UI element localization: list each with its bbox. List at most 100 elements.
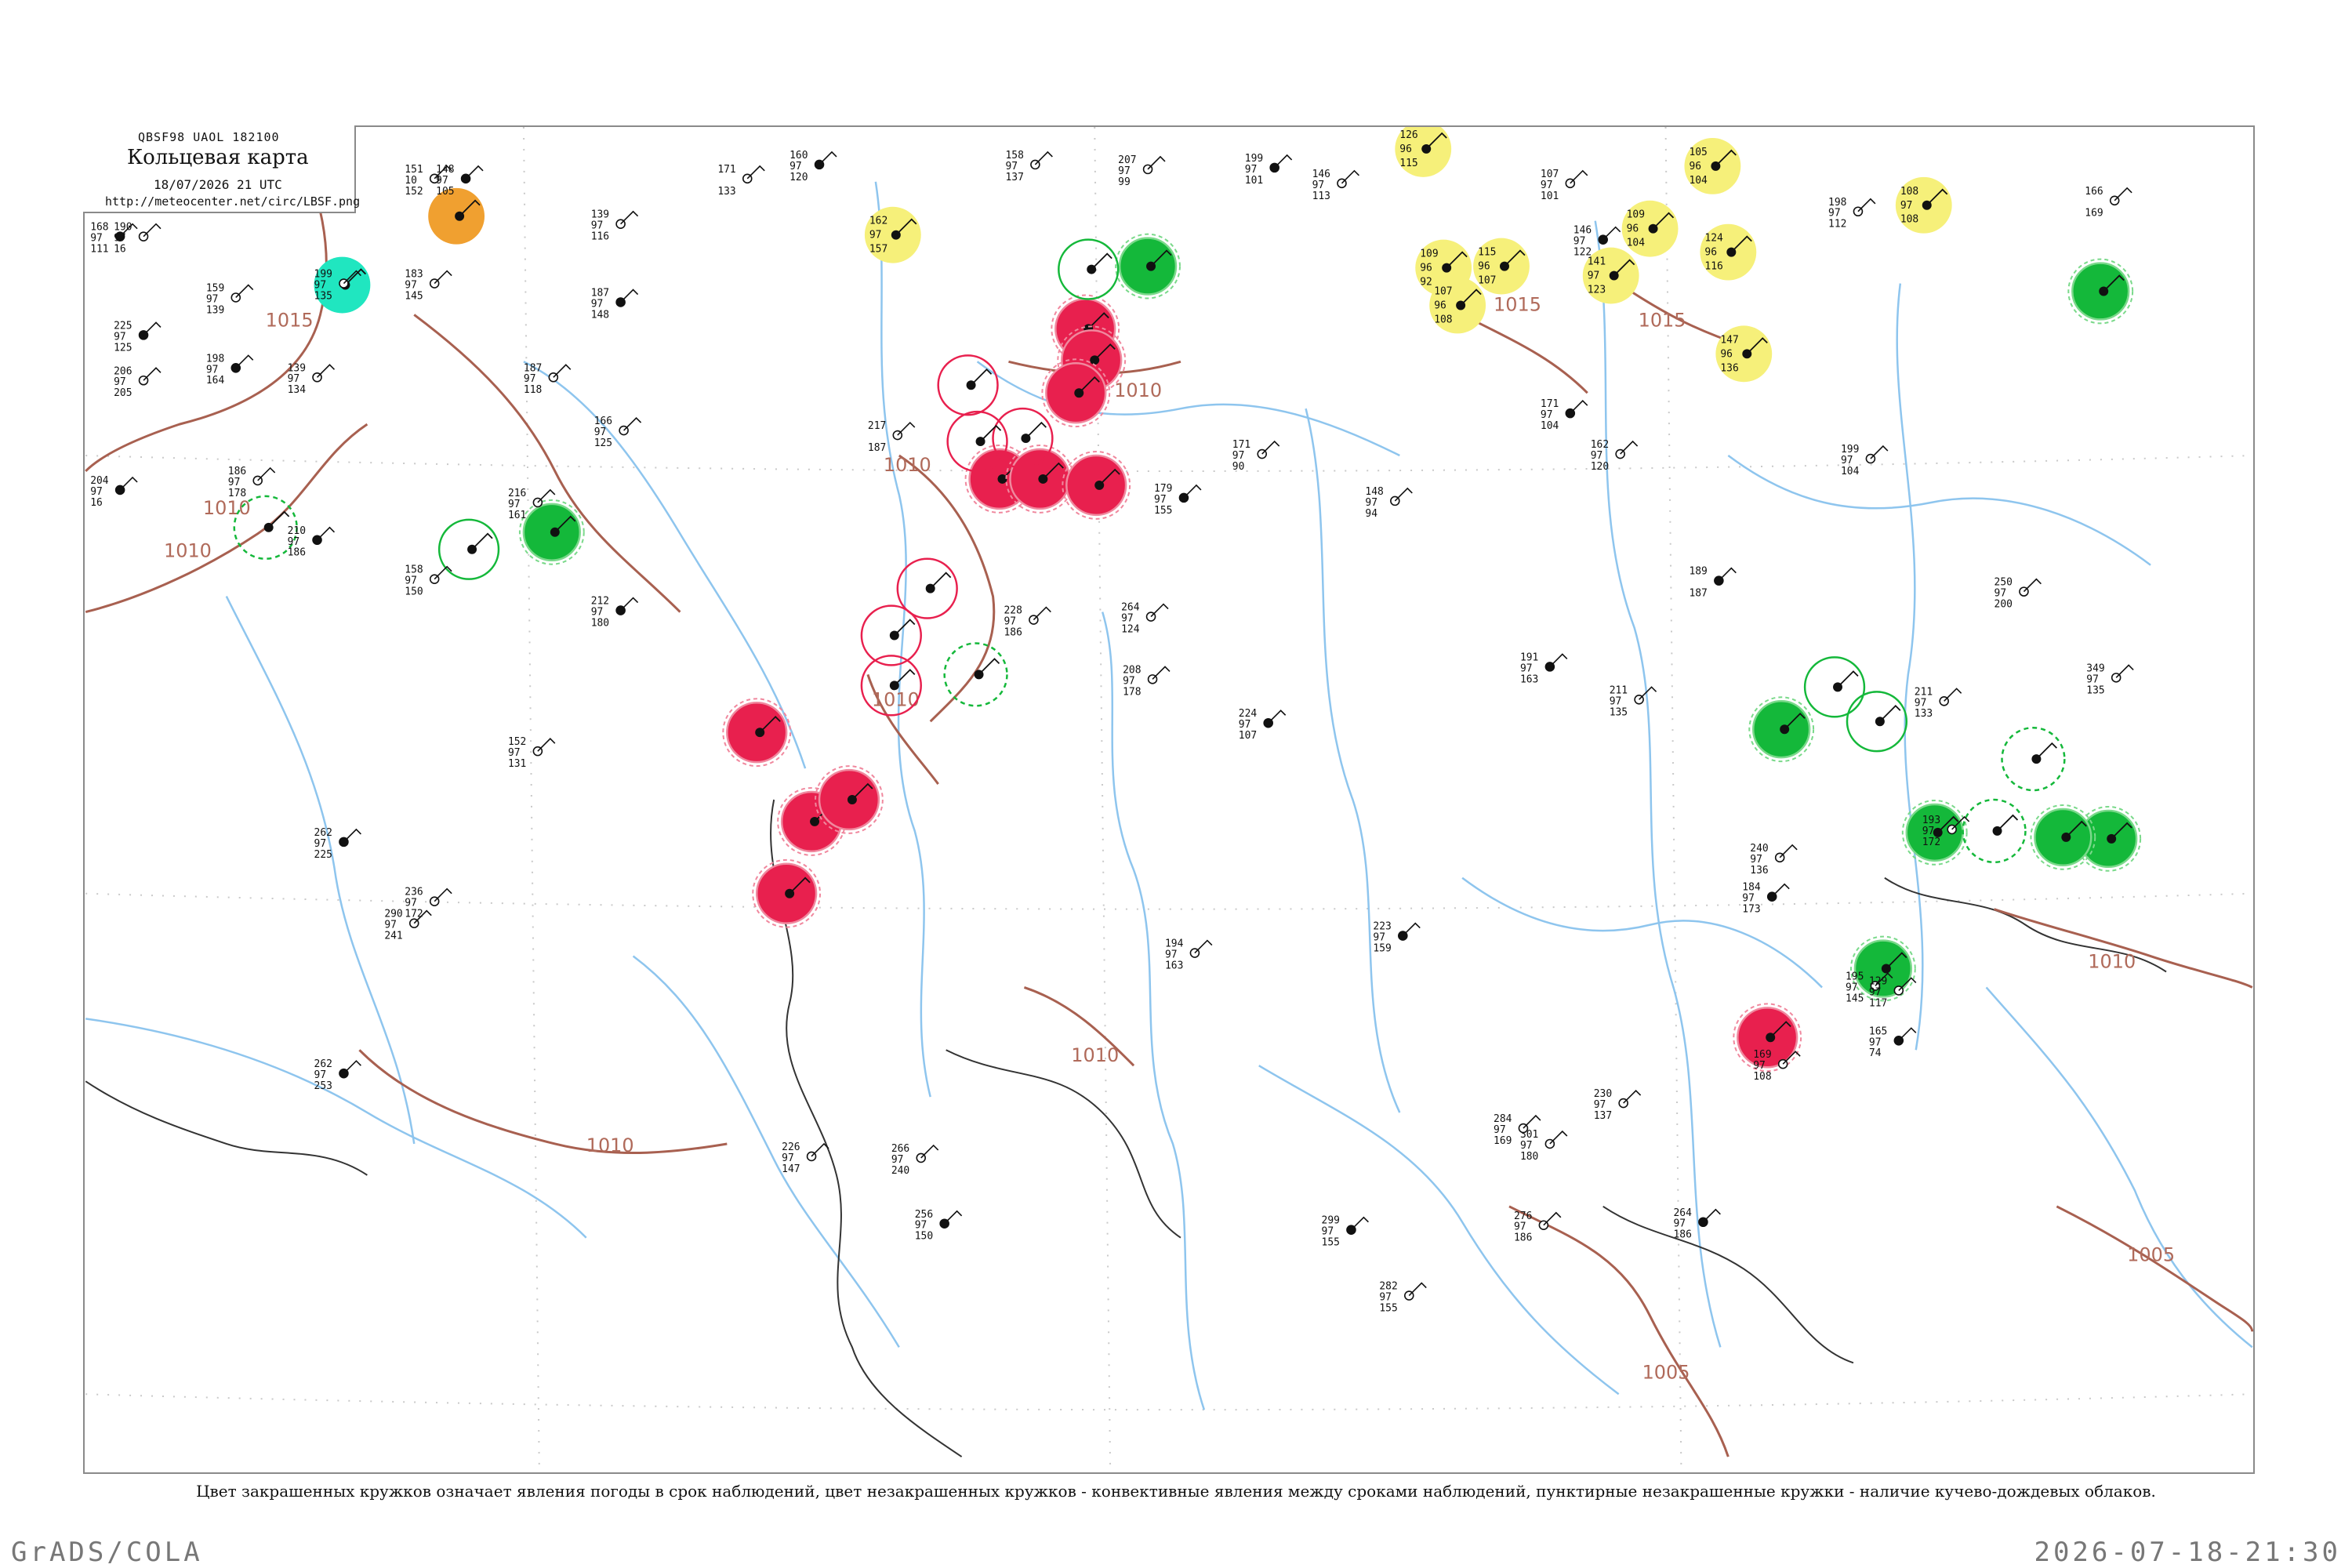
wind-barb	[1150, 603, 1169, 618]
wind-barb	[343, 828, 361, 843]
wind-barb	[1402, 922, 1421, 937]
station-value-top: 217	[868, 420, 886, 432]
station-value-bot: 159	[1373, 943, 1391, 955]
station-plot: 217 187	[868, 420, 916, 454]
weather-circle-haze: 147 96 136	[1715, 325, 1773, 383]
station-value-bot: 200	[1994, 599, 2013, 611]
station-plot: 18697178	[228, 466, 276, 499]
station-value-top: 109	[1627, 209, 1645, 221]
station-value-mid: 97	[1232, 450, 1245, 462]
station-value-mid: 97	[1312, 180, 1325, 191]
river	[1258, 1065, 1620, 1396]
station-plot: 2079799	[1118, 154, 1166, 188]
station-plot: 19897164	[206, 353, 254, 387]
station-value-top: 256	[915, 1209, 933, 1221]
isobars: 1015101010101010101010101010101510151010…	[85, 127, 2253, 1457]
station-value-bot: 101	[1245, 175, 1263, 187]
wind-barb	[316, 364, 336, 378]
station-plot: 21197135	[1610, 684, 1657, 718]
station-value-mid: 97	[90, 486, 103, 498]
station-value-top: 107	[1434, 286, 1452, 298]
wind-barb	[811, 1142, 829, 1157]
station-plot: 24097136	[1750, 843, 1798, 877]
weather-circle-haze: 108 97 108	[1895, 176, 1952, 234]
station-value-mid: 97	[591, 607, 604, 619]
station-value-bot: 136	[1720, 362, 1738, 374]
station-value-mid: 97	[1118, 165, 1131, 177]
station-value-bot: 187	[868, 442, 886, 454]
river	[1102, 612, 1206, 1410]
station-value-top: 166	[2085, 186, 2103, 198]
station-value-top: 191	[1520, 652, 1538, 663]
wind-barb	[1183, 484, 1202, 499]
wind-barb	[553, 364, 572, 378]
wind-barb	[930, 572, 952, 590]
station-plot: 19897112	[1828, 197, 1876, 230]
station-value-top: 148	[436, 164, 454, 176]
wind-barb	[1268, 710, 1287, 724]
station-plot: 21297180	[591, 596, 639, 630]
wind-barb	[970, 368, 993, 386]
wind-barb	[1837, 670, 1859, 688]
isobar-line	[1477, 321, 1588, 394]
station-value-top: 211	[1610, 684, 1628, 696]
station-value-mid: 97	[114, 233, 126, 245]
station-plot: 22497107	[1239, 708, 1287, 742]
station-plot: 26297253	[314, 1058, 361, 1092]
station-value-top: 207	[1118, 154, 1136, 166]
station-value-bot: 147	[782, 1163, 800, 1175]
station-value-mid: 96	[1434, 299, 1446, 311]
isobar-line	[2056, 1205, 2253, 1332]
station-value-bot: 139	[206, 304, 224, 316]
station-value-bot: 116	[591, 231, 609, 243]
station-value-bot: 74	[1869, 1047, 1882, 1059]
isobar-label: 1010	[1114, 379, 1162, 401]
station-plot: 1489794	[1365, 486, 1413, 520]
river	[1985, 986, 2253, 1348]
wind-barb	[1623, 1090, 1642, 1104]
station-value-bot: 225	[314, 849, 332, 861]
station-plot: 17997155	[1154, 483, 1202, 517]
wind-barb	[1549, 1130, 1568, 1145]
station-value-top: 184	[1742, 882, 1761, 894]
station-plot: 18397145	[405, 269, 452, 302]
station-value-bot: 125	[594, 437, 612, 449]
station-value-mid: 97	[1322, 1226, 1334, 1238]
isobar-label: 1005	[1642, 1361, 1690, 1383]
station-plot: 13997134	[288, 362, 336, 396]
station-value-bot: 205	[114, 387, 132, 399]
station-value-mid: 97	[508, 747, 521, 759]
weather-circle-haze: 126 96 115	[1395, 127, 1452, 177]
station-value-mid: 97	[1379, 1292, 1392, 1304]
wind-barb	[343, 1060, 361, 1074]
station-value-mid: 97	[591, 220, 604, 232]
wind-barb	[119, 476, 138, 491]
station-value-bot: 178	[228, 488, 246, 499]
station-value-bot: 90	[1232, 461, 1245, 473]
station-value-top: 212	[591, 596, 609, 608]
station-value-bot: 108	[1753, 1071, 1771, 1083]
station-plot: 1909716	[114, 222, 162, 256]
station-value-top: 240	[1750, 843, 1768, 855]
station-value-mid: 97	[594, 426, 607, 438]
station-plot: 22597125	[114, 320, 162, 354]
station-value-top: 276	[1514, 1210, 1532, 1222]
station-value-bot: 157	[869, 244, 887, 256]
wind-barb	[434, 887, 452, 902]
station-value-mid: 96	[1420, 263, 1432, 274]
map-header-box: QBSF98 UAOL 182100 Кольцевая карта 18/07…	[83, 125, 360, 213]
isobar-label: 1010	[164, 540, 212, 562]
station-value-bot: 152	[405, 186, 423, 198]
station-value-top: 262	[314, 827, 332, 839]
station-plot: 13997116	[591, 209, 639, 243]
station-value-mid: 97	[288, 373, 300, 385]
coastline	[85, 799, 2167, 1457]
wind-barb	[1718, 567, 1737, 582]
station-value-top: 158	[405, 564, 423, 576]
isobar-label: 1010	[586, 1134, 634, 1156]
bulletin-code: QBSF98 UAOL 182100	[138, 130, 280, 144]
station-value-bot: 136	[1750, 865, 1768, 877]
station-value-mid: 97	[1541, 409, 1553, 421]
station-plot: 10797101	[1541, 169, 1588, 202]
station-value-top: 152	[508, 736, 526, 748]
